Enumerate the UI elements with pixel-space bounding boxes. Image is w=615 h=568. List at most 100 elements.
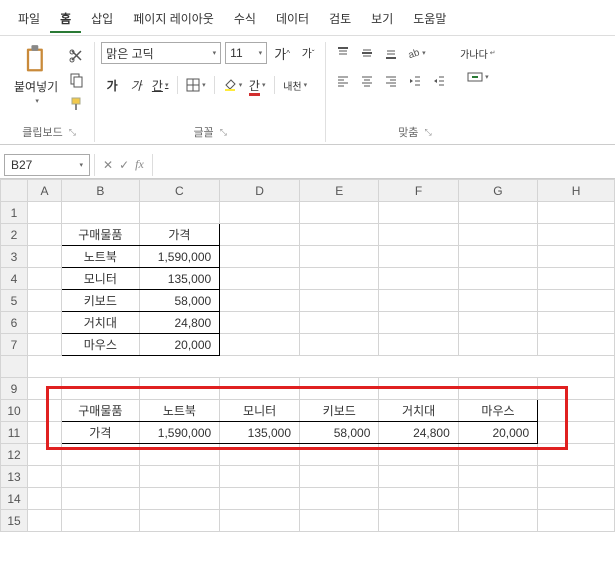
- select-all-corner[interactable]: [1, 180, 28, 202]
- align-dialog-launcher[interactable]: ⤡: [424, 127, 431, 138]
- name-box[interactable]: B27 ▾: [4, 154, 90, 176]
- menu-insert[interactable]: 삽입: [81, 6, 123, 33]
- row-header[interactable]: 11: [1, 422, 28, 444]
- wrap-text-button[interactable]: 가나다↵: [458, 42, 497, 64]
- fill-color-button[interactable]: ▾: [221, 74, 245, 96]
- align-center-button[interactable]: [356, 70, 378, 92]
- row-header[interactable]: 7: [1, 334, 28, 356]
- italic-button[interactable]: 가: [125, 74, 147, 96]
- increase-indent-button[interactable]: [428, 70, 450, 92]
- col-header[interactable]: F: [379, 180, 458, 202]
- ribbon-group-clipboard: 붙여넣기 ▾: [4, 42, 95, 142]
- cell[interactable]: 135,000: [139, 268, 220, 290]
- cell[interactable]: 135,000: [220, 422, 300, 444]
- format-painter-button[interactable]: [66, 94, 88, 114]
- cell[interactable]: 1,590,000: [139, 422, 220, 444]
- font-size-select[interactable]: 11 ▾: [225, 42, 267, 64]
- formula-input[interactable]: [152, 154, 615, 176]
- cell[interactable]: 마우스: [62, 334, 140, 356]
- fx-button[interactable]: fx: [135, 157, 144, 172]
- row-header[interactable]: 1: [1, 202, 28, 224]
- chevron-down-icon: ▾: [79, 161, 83, 169]
- menu-review[interactable]: 검토: [319, 6, 361, 33]
- menu-file[interactable]: 파일: [8, 6, 50, 33]
- underline-button[interactable]: 간▾: [149, 74, 171, 96]
- cell[interactable]: 가격: [62, 422, 140, 444]
- cell[interactable]: 모니터: [220, 400, 300, 422]
- col-header[interactable]: A: [28, 180, 62, 202]
- decrease-font-button[interactable]: 가ˇ: [297, 42, 319, 64]
- font-group-label: 글꼴: [193, 124, 213, 140]
- chevron-down-icon: ▾: [213, 49, 217, 57]
- align-top-icon: [336, 46, 350, 60]
- orientation-button[interactable]: ab▾: [404, 42, 428, 64]
- cell[interactable]: 24,800: [139, 312, 220, 334]
- cell[interactable]: 모니터: [62, 268, 140, 290]
- cell[interactable]: 키보드: [300, 400, 379, 422]
- cell[interactable]: 가격: [139, 224, 220, 246]
- cell[interactable]: 키보드: [62, 290, 140, 312]
- cell[interactable]: 거치대: [379, 400, 458, 422]
- row-header[interactable]: 9: [1, 378, 28, 400]
- row-header[interactable]: 13: [1, 466, 28, 488]
- cell[interactable]: 20,000: [458, 422, 537, 444]
- col-header[interactable]: E: [300, 180, 379, 202]
- increase-font-button[interactable]: 가^: [271, 42, 293, 64]
- row-header[interactable]: 15: [1, 510, 28, 532]
- cell[interactable]: 노트북: [139, 400, 220, 422]
- align-right-button[interactable]: [380, 70, 402, 92]
- borders-button[interactable]: ▾: [184, 74, 208, 96]
- align-group-label: 맞춤: [398, 124, 418, 140]
- cell[interactable]: 마우스: [458, 400, 537, 422]
- font-size-value: 11: [230, 46, 242, 60]
- row-header[interactable]: 4: [1, 268, 28, 290]
- font-dialog-launcher[interactable]: ⤡: [220, 127, 227, 138]
- align-top-button[interactable]: [332, 42, 354, 64]
- cell[interactable]: 노트북: [62, 246, 140, 268]
- merge-button[interactable]: ▾: [458, 66, 497, 88]
- cancel-formula-button[interactable]: ✕: [103, 158, 113, 172]
- row-header[interactable]: 6: [1, 312, 28, 334]
- cell[interactable]: 구매물품: [62, 400, 140, 422]
- cut-button[interactable]: [66, 46, 88, 66]
- col-header[interactable]: D: [220, 180, 300, 202]
- row-header[interactable]: 2: [1, 224, 28, 246]
- phonetic-button[interactable]: 내천▾: [281, 74, 309, 96]
- copy-button[interactable]: [66, 70, 88, 90]
- row-header[interactable]: 5: [1, 290, 28, 312]
- align-left-button[interactable]: [332, 70, 354, 92]
- menu-pagelayout[interactable]: 페이지 레이아웃: [123, 6, 224, 33]
- row-header[interactable]: 14: [1, 488, 28, 510]
- row-header[interactable]: 10: [1, 400, 28, 422]
- font-name-select[interactable]: 맑은 고딕 ▾: [101, 42, 221, 64]
- align-bottom-button[interactable]: [380, 42, 402, 64]
- col-header[interactable]: G: [458, 180, 537, 202]
- ribbon-group-font: 맑은 고딕 ▾ 11 ▾ 가^ 가ˇ 가 가 간▾: [95, 42, 326, 142]
- menu-home[interactable]: 홈: [50, 6, 81, 33]
- enter-formula-button[interactable]: ✓: [119, 158, 129, 172]
- bold-button[interactable]: 가: [101, 74, 123, 96]
- paste-button[interactable]: 붙여넣기 ▾: [10, 42, 62, 107]
- cell[interactable]: 1,590,000: [139, 246, 220, 268]
- row-header[interactable]: 3: [1, 246, 28, 268]
- clipboard-dialog-launcher[interactable]: ⤡: [69, 127, 76, 138]
- cell[interactable]: 58,000: [139, 290, 220, 312]
- col-header[interactable]: H: [538, 180, 615, 202]
- cell[interactable]: 20,000: [139, 334, 220, 356]
- menu-view[interactable]: 보기: [361, 6, 403, 33]
- cell[interactable]: 58,000: [300, 422, 379, 444]
- menu-help[interactable]: 도움말: [403, 6, 456, 33]
- cell[interactable]: 구매물품: [62, 224, 140, 246]
- decrease-indent-button[interactable]: [404, 70, 426, 92]
- menu-data[interactable]: 데이터: [266, 6, 319, 33]
- menu-formulas[interactable]: 수식: [224, 6, 266, 33]
- col-header[interactable]: C: [139, 180, 220, 202]
- row-header[interactable]: 12: [1, 444, 28, 466]
- align-left-icon: [336, 74, 350, 88]
- cell[interactable]: 24,800: [379, 422, 458, 444]
- cell[interactable]: 거치대: [62, 312, 140, 334]
- col-header[interactable]: B: [62, 180, 140, 202]
- spreadsheet-grid[interactable]: A B C D E F G H 1 2 구매물품 가격 3 노트북 1,590,…: [0, 179, 615, 532]
- font-color-button[interactable]: 간 ▾: [246, 74, 268, 96]
- align-middle-button[interactable]: [356, 42, 378, 64]
